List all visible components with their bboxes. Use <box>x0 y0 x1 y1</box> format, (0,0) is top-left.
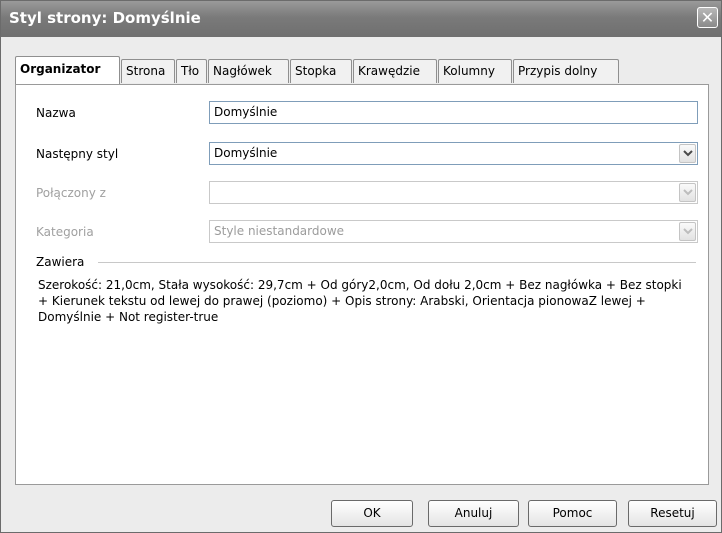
linked-dropdown-button[interactable] <box>679 183 696 202</box>
next-style-dropdown-button[interactable] <box>679 144 696 163</box>
next-style-value: Domyślnie <box>214 146 278 160</box>
category-select[interactable]: Style niestandardowe <box>209 220 698 243</box>
title-bar[interactable]: Styl strony: Domyślnie ✕ <box>1 1 721 37</box>
category-value: Style niestandardowe <box>214 224 345 238</box>
chevron-down-icon <box>683 150 693 157</box>
page-style-dialog: Styl strony: Domyślnie ✕ Organizator Str… <box>0 0 722 533</box>
chevron-down-icon <box>683 228 693 235</box>
linked-select[interactable] <box>209 181 698 204</box>
ok-button[interactable]: OK <box>331 500 413 527</box>
next-style-select[interactable]: Domyślnie <box>209 142 698 165</box>
close-button[interactable]: ✕ <box>697 7 718 28</box>
tab-krawedzie[interactable]: Krawędzie <box>353 59 437 83</box>
contains-description: Szerokość: 21,0cm, Stała wysokość: 29,7c… <box>38 278 682 324</box>
linked-label: Połączony z <box>36 186 106 200</box>
tab-kolumny[interactable]: Kolumny <box>438 59 512 83</box>
close-icon: ✕ <box>700 8 715 27</box>
contains-divider <box>98 262 696 263</box>
name-input[interactable]: Domyślnie <box>209 101 698 124</box>
tab-naglowek[interactable]: Nagłówek <box>208 59 289 83</box>
reset-button[interactable]: Resetuj <box>628 500 717 527</box>
category-label: Kategoria <box>36 225 94 239</box>
organizer-panel: Nazwa Domyślnie Następny styl Domyślnie … <box>15 84 709 485</box>
tab-organizator[interactable]: Organizator <box>15 56 120 84</box>
next-style-label: Następny styl <box>36 147 119 161</box>
dialog-title: Styl strony: Domyślnie <box>9 9 201 27</box>
name-value: Domyślnie <box>214 105 278 119</box>
chevron-down-icon <box>683 189 693 196</box>
tab-przypis-dolny[interactable]: Przypis dolny <box>513 59 619 83</box>
contains-label: Zawiera <box>36 255 89 269</box>
name-label: Nazwa <box>36 106 76 120</box>
category-dropdown-button[interactable] <box>679 222 696 241</box>
tab-tlo[interactable]: Tło <box>176 59 207 83</box>
tab-strona[interactable]: Strona <box>121 59 175 83</box>
help-button[interactable]: Pomoc <box>528 500 617 527</box>
tab-stopka[interactable]: Stopka <box>290 59 352 83</box>
cancel-button[interactable]: Anuluj <box>428 500 519 527</box>
